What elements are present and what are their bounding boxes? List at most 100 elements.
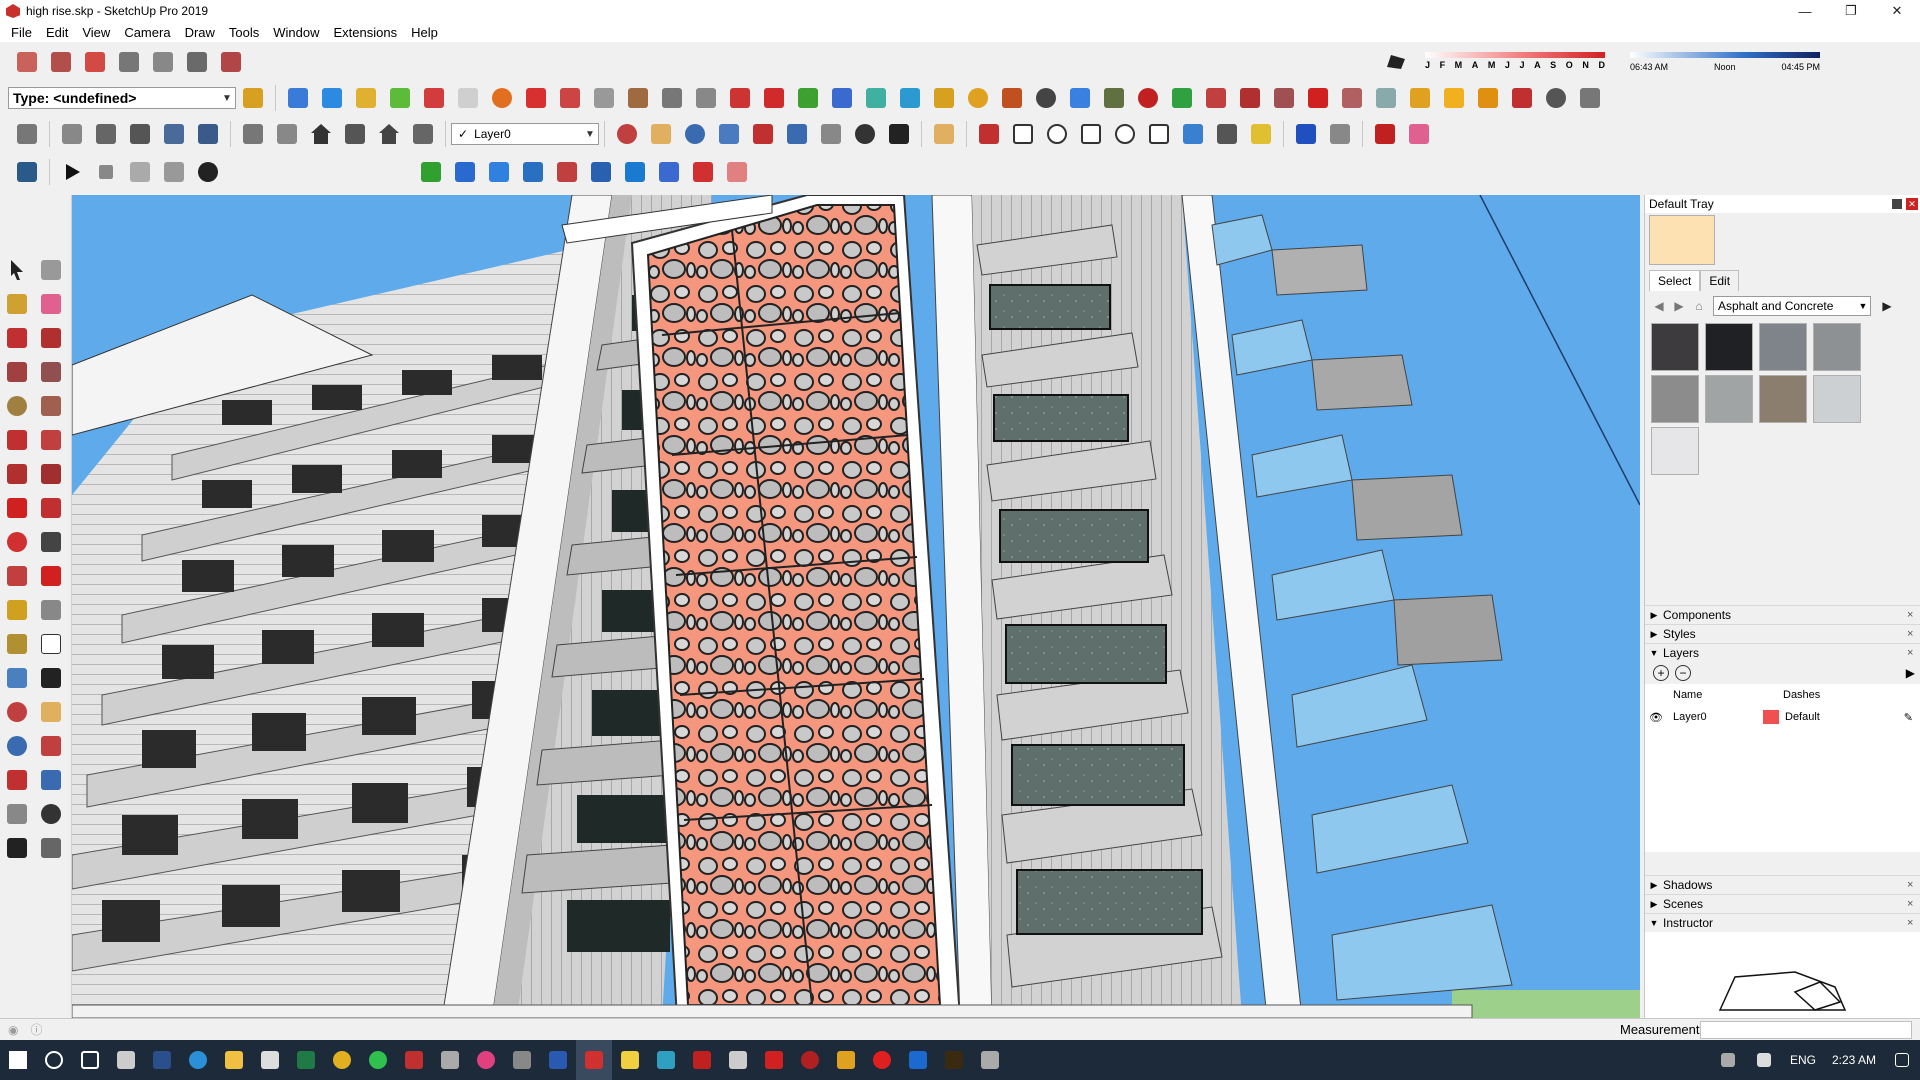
remove-layer-button[interactable]: − [1675,665,1691,681]
top-view-button[interactable] [272,119,302,149]
arc-tool-button[interactable] [691,83,721,113]
add-button[interactable] [759,83,789,113]
app-e-taskbar[interactable] [612,1040,648,1080]
shaded-button[interactable] [193,119,223,149]
orbit-button[interactable] [612,119,642,149]
section-display-button[interactable] [555,83,585,113]
menu-draw[interactable]: Draw [178,25,222,40]
select-tool-button[interactable] [2,255,32,285]
pin-icon[interactable] [1892,199,1902,209]
material-swatch[interactable] [1651,427,1699,475]
knot-button[interactable] [997,83,1027,113]
pencil-icon[interactable]: ✎ [1904,711,1913,724]
measurements-input[interactable] [1700,1020,1912,1039]
wireframe-button[interactable] [125,119,155,149]
components-warehouse-button[interactable] [80,47,110,77]
search-button[interactable] [36,1040,72,1080]
spiral-button[interactable] [1031,83,1061,113]
bridge-taskbar[interactable] [936,1040,972,1080]
tool-select-j-button[interactable] [722,157,752,187]
axis-button[interactable] [1065,83,1095,113]
panel-shadows[interactable]: ▶ Shadows × [1645,875,1920,894]
tools-l-button[interactable] [1575,83,1605,113]
rotate-button[interactable] [2,527,32,557]
language-indicator[interactable]: ENG [1790,1053,1816,1067]
app-h-taskbar[interactable] [792,1040,828,1080]
panel-instructor[interactable]: ▼ Instructor × [1645,913,1920,932]
shape-c-button[interactable] [1291,119,1321,149]
views-iso-button[interactable] [12,119,42,149]
type-select[interactable]: Type: <undefined> ▼ [8,87,236,109]
acrobat-taskbar[interactable] [756,1040,792,1080]
text-button[interactable] [36,629,66,659]
tool-select-c-button[interactable] [484,157,514,187]
explorer-taskbar[interactable] [216,1040,252,1080]
parallelogram-tool-button[interactable] [1144,119,1174,149]
play-button[interactable] [57,157,87,187]
pie-button[interactable] [36,459,66,489]
tool-select-d-button[interactable] [518,157,548,187]
arc-button[interactable] [2,425,32,455]
menu-window[interactable]: Window [266,25,326,40]
flip-edge-button[interactable] [487,83,517,113]
panel-components[interactable]: ▶ Components × [1645,605,1920,624]
autocad-taskbar[interactable] [684,1040,720,1080]
app-c-taskbar[interactable] [468,1040,504,1080]
two-point-arc-button[interactable] [36,425,66,455]
eye-icon[interactable]: 👁 [1649,711,1673,724]
eraser-button[interactable] [36,289,66,319]
tools-g-button[interactable] [1405,83,1435,113]
scale-plus-button[interactable] [827,83,857,113]
previous-button[interactable] [782,119,812,149]
record-button[interactable] [125,157,155,187]
material-swatch[interactable] [1759,323,1807,371]
lattice-button[interactable] [895,83,925,113]
freehand-button[interactable] [36,323,66,353]
panel-layers[interactable]: ▼ Layers × [1645,643,1920,662]
store-taskbar[interactable] [252,1040,288,1080]
shape-a-button[interactable] [1212,119,1242,149]
tool-select-a-button[interactable] [416,157,446,187]
extension-warehouse-button[interactable] [114,47,144,77]
panel-styles[interactable]: ▶ Styles × [1645,624,1920,643]
extension-manager-button[interactable] [148,47,178,77]
forward-arrow-icon[interactable]: ▶ [1669,299,1689,313]
lasso-button[interactable] [963,83,993,113]
panel-close-icon[interactable]: × [1907,647,1920,659]
edge-taskbar[interactable] [180,1040,216,1080]
tools-i-button[interactable] [1473,83,1503,113]
layout-button[interactable] [182,47,212,77]
tools-d-button[interactable] [1303,83,1333,113]
polygon-tool-button[interactable] [1076,119,1106,149]
lasso-select-button[interactable] [929,119,959,149]
offset-button[interactable] [36,561,66,591]
tool-select-g-button[interactable] [620,157,650,187]
layer-row[interactable]: 👁 Layer0 Default ✎ [1645,706,1920,728]
app-g-taskbar[interactable] [720,1040,756,1080]
position-camera-button-left[interactable] [2,799,32,829]
tools-j-button[interactable] [1507,83,1537,113]
move-plus-button[interactable] [793,83,823,113]
date-slider[interactable]: J F M A M J J A S O N D [1425,48,1605,74]
section-plane-button[interactable] [521,83,551,113]
tray-close-button[interactable]: ✕ [1906,198,1918,210]
word-taskbar[interactable] [540,1040,576,1080]
pencil-tool-button[interactable] [974,119,1004,149]
follow-me-button[interactable] [589,83,619,113]
app-j-taskbar[interactable] [900,1040,936,1080]
shape-d-button[interactable] [1325,119,1355,149]
panel-close-icon[interactable]: × [1907,879,1920,891]
whatsapp-taskbar[interactable] [360,1040,396,1080]
menu-help[interactable]: Help [404,25,445,40]
eraser-tool-button[interactable] [1404,119,1434,149]
tool-select-b-button[interactable] [450,157,480,187]
zoom-extents-button[interactable] [748,119,778,149]
calculator-taskbar[interactable] [108,1040,144,1080]
sandbox-from-scratch-button[interactable] [317,83,347,113]
material-swatch[interactable] [1651,323,1699,371]
app-b-taskbar[interactable] [432,1040,468,1080]
excel-taskbar[interactable] [288,1040,324,1080]
shadow-toggle-button[interactable] [1382,46,1412,76]
tab-select[interactable]: Select [1649,270,1701,291]
tool-select-f-button[interactable] [586,157,616,187]
